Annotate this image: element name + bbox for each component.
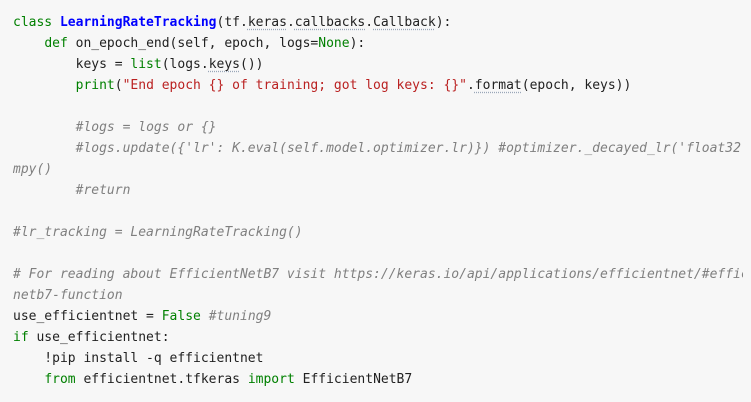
code-token: print	[75, 78, 115, 93]
code-line[interactable]: #lr_tracking = LearningRateTracking()	[13, 222, 743, 243]
code-line[interactable]: #logs.update({'lr': K.eval(self.model.op…	[13, 138, 743, 159]
code-token: (logs.	[161, 57, 209, 72]
code-token: ):	[435, 15, 452, 30]
code-token: keys	[208, 57, 240, 72]
code-token: #return	[75, 183, 131, 198]
code-token: ):	[349, 36, 366, 51]
code-line[interactable]: def on_epoch_end(self, epoch, logs=None)…	[13, 33, 743, 54]
code-line[interactable]: keys = list(logs.keys())	[13, 54, 743, 75]
code-token: None	[318, 36, 350, 51]
code-token: ())	[240, 57, 264, 72]
code-token: callbacks	[294, 15, 366, 30]
code-token: (epoch, keys))	[521, 78, 632, 93]
code-token: "End epoch {} of training; got log keys:…	[122, 78, 467, 93]
code-line[interactable]	[13, 201, 743, 222]
code-token: (tf.	[216, 15, 248, 30]
code-token: #tuning9	[208, 309, 272, 324]
code-line[interactable]	[13, 96, 743, 117]
code-token: keys =	[13, 57, 131, 72]
code-token: (	[114, 78, 123, 93]
code-token: .	[466, 78, 475, 93]
code-editor[interactable]: class LearningRateTracking(tf.keras.call…	[13, 12, 743, 390]
code-token: use_efficientnet =	[13, 309, 162, 324]
code-line[interactable]: # For reading about EfficientNetB7 visit…	[13, 264, 743, 285]
code-cell[interactable]: class LearningRateTracking(tf.keras.call…	[0, 0, 751, 402]
code-line[interactable]: #return	[13, 180, 743, 201]
code-line[interactable]: if use_efficientnet:	[13, 327, 743, 348]
code-token: efficientnet.tfkeras	[83, 372, 248, 387]
code-token: use_efficientnet:	[36, 330, 170, 345]
code-token: keras	[247, 15, 287, 30]
code-line[interactable]: !pip install -q efficientnet	[13, 348, 743, 369]
code-token: on_epoch_end(self, epoch, logs=	[75, 36, 319, 51]
code-line[interactable]: use_efficientnet = False #tuning9	[13, 306, 743, 327]
code-token: .	[365, 15, 374, 30]
code-token: .	[286, 15, 295, 30]
code-line[interactable]	[13, 243, 743, 264]
code-token: list	[130, 57, 162, 72]
code-line[interactable]: print("End epoch {} of training; got log…	[13, 75, 743, 96]
code-token: if	[13, 330, 37, 345]
code-token: Callback	[373, 15, 436, 30]
code-token: import	[247, 372, 303, 387]
code-token: #logs = logs or {}	[75, 120, 217, 135]
code-line[interactable]: netb7-function	[13, 285, 743, 306]
code-token: class	[13, 15, 60, 30]
code-token: mpy()	[13, 162, 53, 177]
code-line[interactable]: mpy()	[13, 159, 743, 180]
code-token: EfficientNetB7	[302, 372, 413, 387]
code-line[interactable]: from efficientnet.tfkeras import Efficie…	[13, 369, 743, 390]
code-token: format	[474, 78, 522, 93]
code-line[interactable]: class LearningRateTracking(tf.keras.call…	[13, 12, 743, 33]
code-token: # For reading about EfficientNetB7 visit…	[13, 267, 743, 282]
code-token: !pip install -q efficientnet	[13, 351, 264, 366]
code-token: #logs.update({'lr': K.eval(self.model.op…	[75, 141, 743, 156]
code-token: def	[44, 36, 76, 51]
code-token: False	[161, 309, 201, 324]
code-token: LearningRateTracking	[59, 15, 217, 30]
code-token: netb7-function	[13, 288, 123, 303]
code-token: #lr_tracking = LearningRateTracking()	[13, 225, 303, 240]
code-token: from	[44, 372, 84, 387]
code-line[interactable]: #logs = logs or {}	[13, 117, 743, 138]
